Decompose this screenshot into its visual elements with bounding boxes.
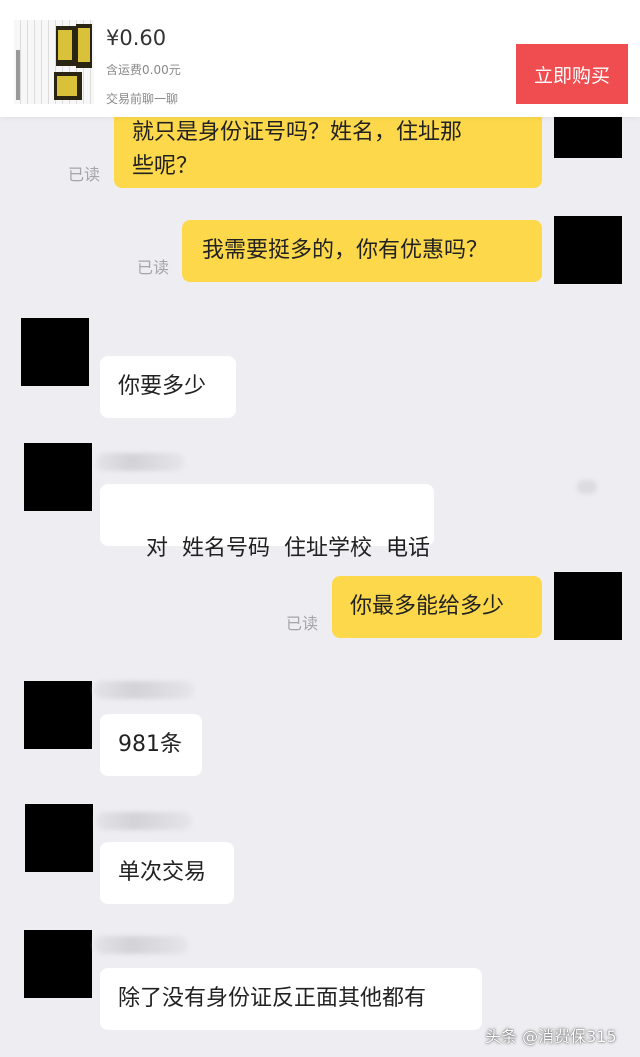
message-bubble-incoming[interactable]: 对 姓名号码 住址学校 电话 (100, 484, 434, 561)
message-bubble-incoming[interactable]: 981条 (100, 714, 202, 776)
message-text: 981条 (118, 732, 182, 757)
contact-avatar[interactable] (24, 443, 92, 511)
message-text: 你最多能给多少 (350, 594, 505, 619)
read-receipt: 已读 (286, 614, 319, 633)
message-text: 除了没有身份证反正面其他都有 (118, 986, 427, 1011)
contact-name-blurred (94, 681, 194, 699)
my-avatar[interactable] (554, 216, 622, 284)
message-text: 对 姓名号码 住址学校 电话 (145, 536, 430, 561)
buy-now-button[interactable]: 立即购买 (516, 44, 628, 104)
read-receipt: 已读 (137, 258, 170, 277)
shipping-fee: 含运费0.00元 (106, 63, 181, 77)
my-avatar[interactable] (554, 572, 622, 640)
message-text-line: 就只是身份证号吗？姓名，住址那 (132, 120, 463, 145)
contact-name-blurred (94, 936, 188, 954)
message-text: 单次交易 (118, 860, 207, 885)
message-bubble-incoming[interactable]: 你要多少 (100, 356, 236, 418)
contact-avatar[interactable] (25, 804, 93, 872)
message-text-line: 些呢？ (132, 154, 199, 179)
product-thumbnail[interactable] (14, 20, 94, 104)
watermark: 头条 @消费保315 (485, 1027, 617, 1046)
chat-before-trade-note: 交易前聊一聊 (106, 92, 179, 106)
message-bubble-outgoing[interactable]: 就只是身份证号吗？姓名，住址那 些呢？ (114, 110, 542, 188)
message-text: 我需要挺多的，你有优惠吗？ (202, 238, 489, 263)
contact-avatar[interactable] (24, 681, 92, 749)
contact-avatar[interactable] (24, 930, 92, 998)
product-price: ¥0.60 (106, 26, 167, 50)
message-bubble-incoming[interactable]: 除了没有身份证反正面其他都有 (100, 968, 482, 1030)
contact-avatar[interactable] (21, 318, 89, 386)
contact-name-blurred (96, 812, 192, 830)
message-text: 你要多少 (118, 374, 207, 399)
message-bubble-outgoing[interactable]: 你最多能给多少 (332, 576, 542, 638)
message-bubble-outgoing[interactable]: 我需要挺多的，你有优惠吗？ (182, 220, 542, 282)
read-receipt: 已读 (68, 165, 101, 184)
message-bubble-incoming[interactable]: 单次交易 (100, 842, 234, 904)
blurred-mark (577, 480, 597, 494)
product-header: ¥0.60 含运费0.00元 交易前聊一聊 立即购买 (0, 0, 640, 117)
contact-name-blurred (96, 453, 184, 471)
